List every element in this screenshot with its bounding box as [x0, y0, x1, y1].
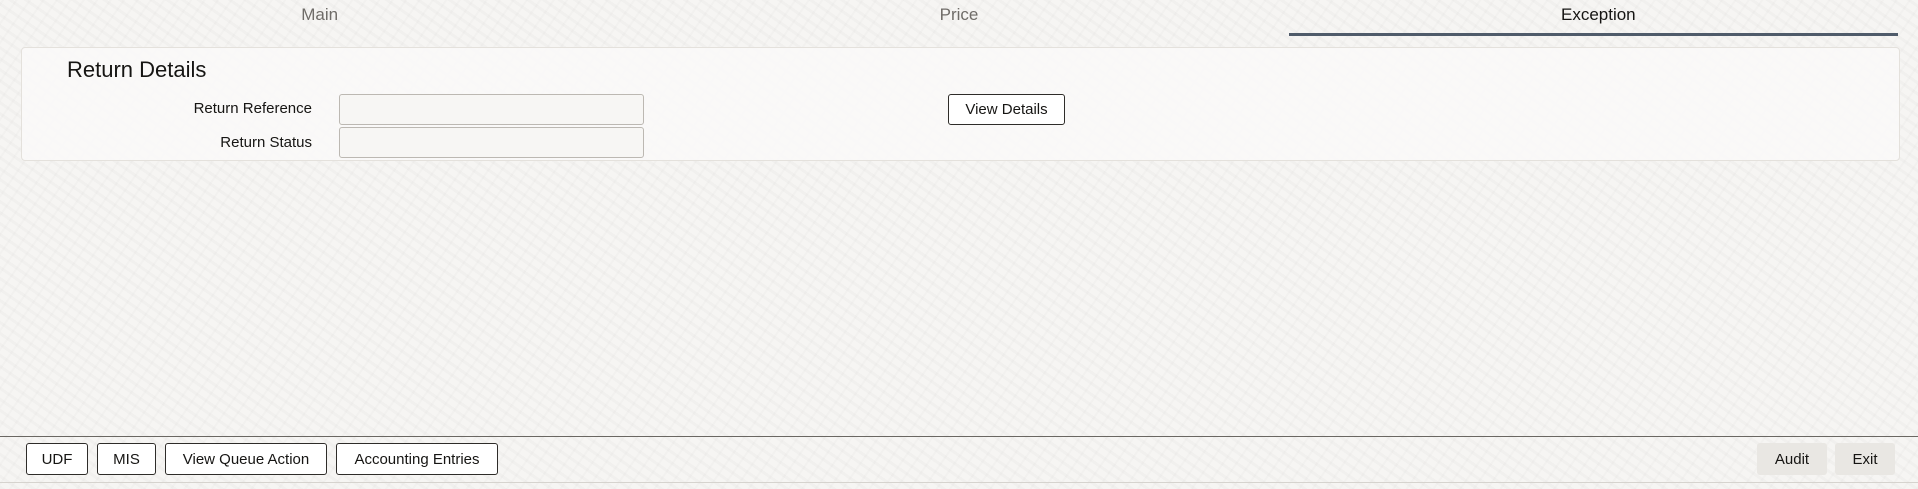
return-status-label: Return Status [220, 134, 312, 151]
tab-exception[interactable]: Exception [1279, 0, 1918, 38]
return-status-input[interactable] [339, 127, 644, 158]
tab-main[interactable]: Main [0, 0, 639, 38]
tab-price[interactable]: Price [639, 0, 1278, 38]
return-reference-input[interactable] [339, 94, 644, 125]
accounting-entries-button[interactable]: Accounting Entries [336, 443, 498, 475]
return-reference-label: Return Reference [193, 100, 312, 117]
view-details-button[interactable]: View Details [948, 94, 1065, 125]
view-queue-action-button[interactable]: View Queue Action [165, 443, 327, 475]
section-title: Return Details [67, 57, 207, 82]
tab-bar: Main Price Exception [0, 0, 1918, 38]
return-details-panel: Return Details Return Reference Return S… [21, 47, 1900, 161]
mis-button[interactable]: MIS [97, 443, 156, 475]
exit-button[interactable]: Exit [1835, 443, 1895, 475]
udf-button[interactable]: UDF [26, 443, 88, 475]
audit-button[interactable]: Audit [1757, 443, 1827, 475]
footer-toolbar: UDF MIS View Queue Action Accounting Ent… [0, 436, 1918, 483]
